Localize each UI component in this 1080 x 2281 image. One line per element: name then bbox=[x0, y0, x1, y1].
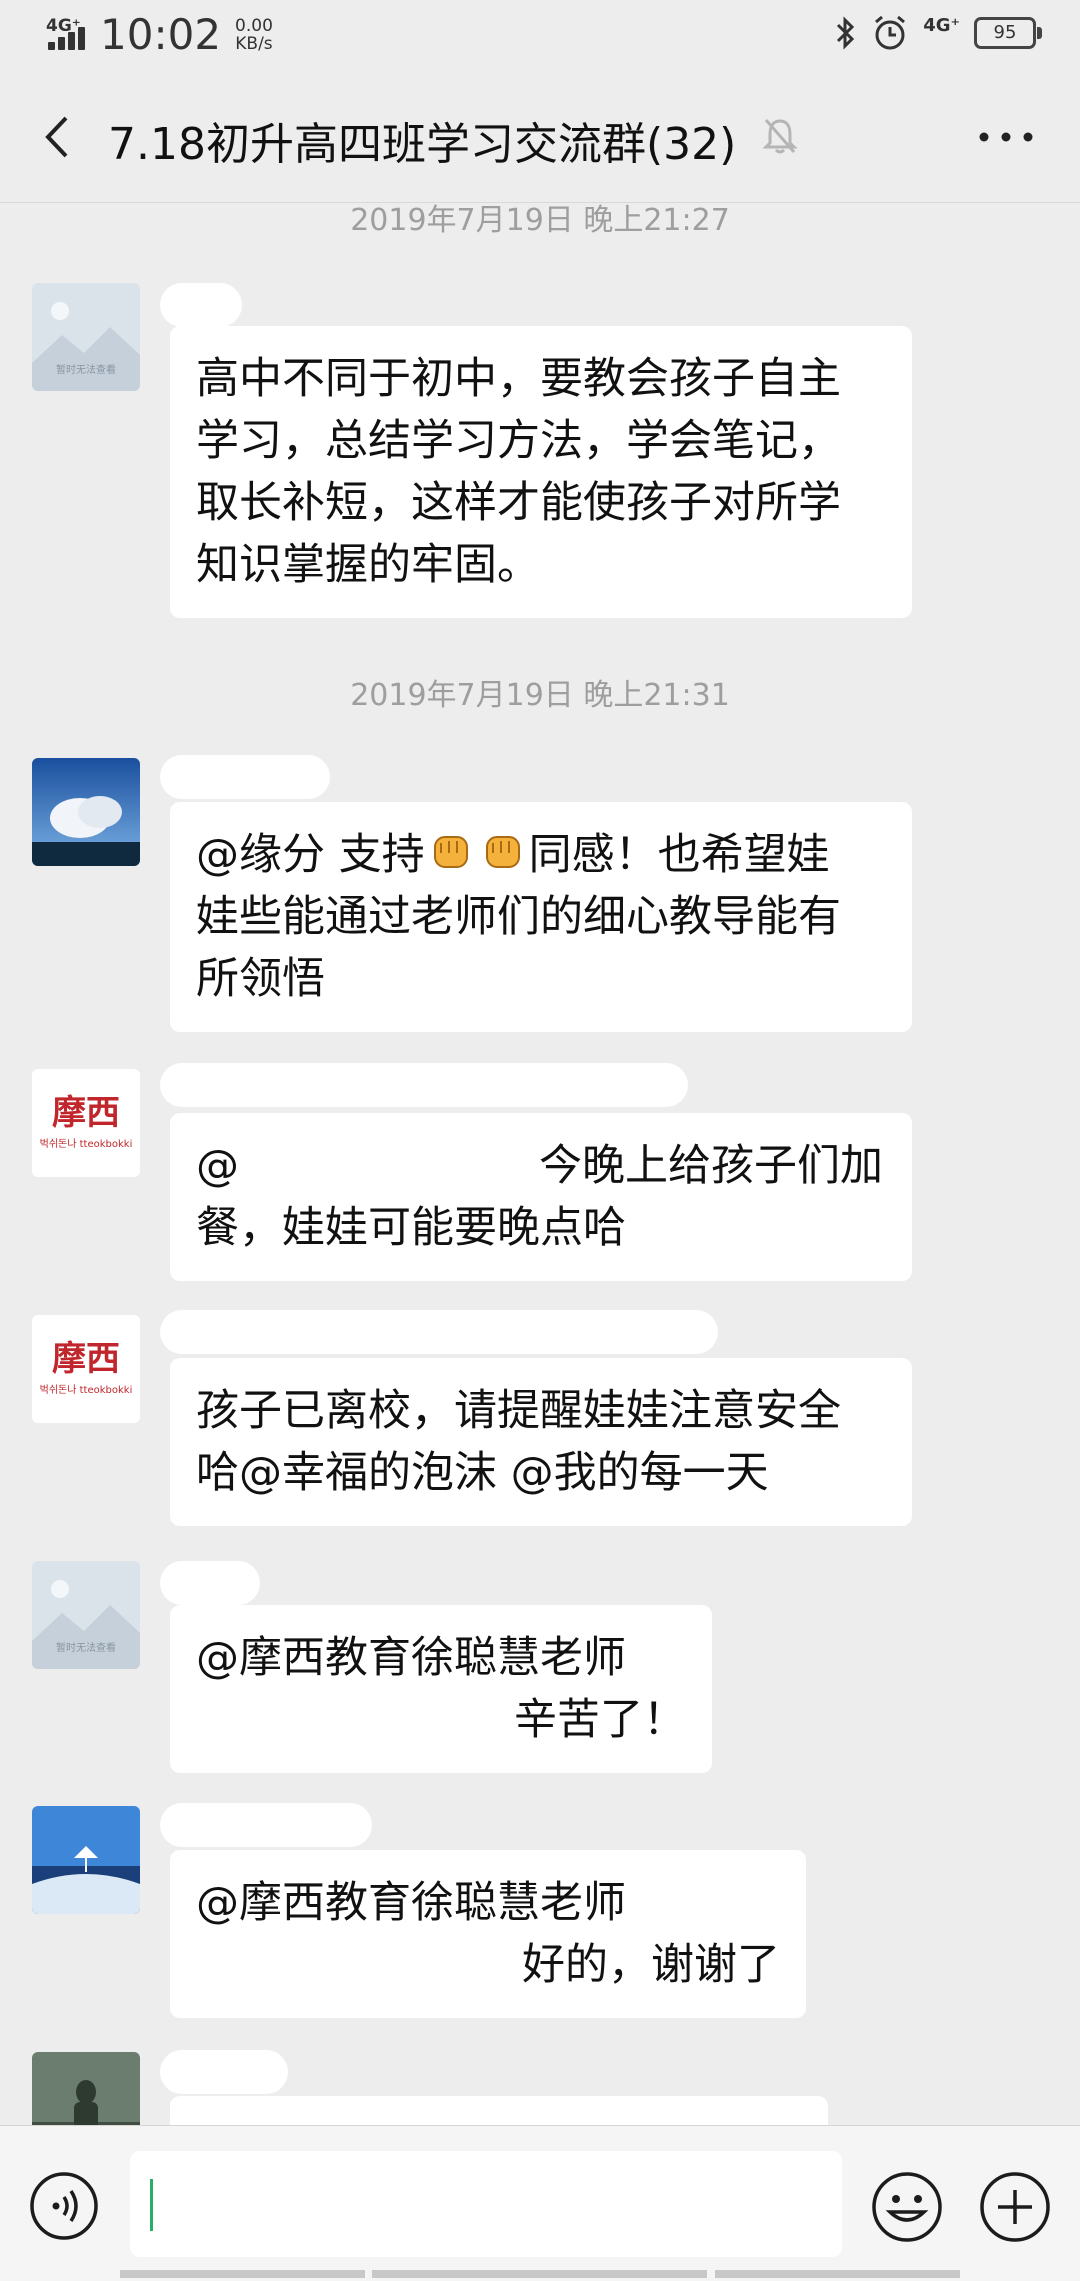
bottom-strip bbox=[0, 2268, 1080, 2280]
avatar-placeholder[interactable]: 暂时无法查看 bbox=[32, 1561, 140, 1669]
sender-name-redacted bbox=[160, 1803, 372, 1847]
sender-name-redacted bbox=[160, 1063, 688, 1107]
message-bubble[interactable]: @摩西教育徐聪慧老师 辛苦了！ bbox=[170, 1605, 712, 1773]
message-timestamp: 2019年7月19日 晚上21:27 bbox=[350, 203, 730, 238]
speed-unit: KB/s bbox=[235, 33, 273, 54]
avatar-logo[interactable]: 摩西 벅쉬돈나 tteokbokki bbox=[32, 1069, 140, 1177]
sender-name-redacted bbox=[160, 283, 242, 327]
status-bar: 4G⁺ 10:02 0.00 KB/s 4G⁺ 95 bbox=[0, 0, 1080, 72]
logo-text: 摩西 bbox=[52, 1339, 120, 1379]
message-bubble[interactable]: @摩西教育徐聪慧老师 好的，谢谢了 bbox=[170, 1850, 806, 2018]
avatar-statue[interactable] bbox=[32, 2052, 140, 2125]
message-text: 娃些能通过老师们的细心教导能有 bbox=[196, 892, 841, 942]
message-bubble[interactable]: @ 今晚上给孩子们加 餐，娃娃可能要晚点哈 bbox=[170, 1113, 912, 1281]
avatar-sky[interactable] bbox=[32, 758, 140, 866]
voice-input-icon[interactable] bbox=[28, 2170, 100, 2242]
message-bubble[interactable]: 孩子已离校，请提醒娃娃注意安全 哈@幸福的泡沫 @我的每一天 bbox=[170, 1358, 912, 1526]
alarm-icon bbox=[875, 15, 906, 50]
message-text: 高中不同于初中，要教会孩子自主 bbox=[196, 354, 841, 404]
text-cursor bbox=[150, 2179, 153, 2231]
strip-segment bbox=[372, 2270, 707, 2278]
signal-icon: 4G⁺ bbox=[46, 14, 90, 56]
message-text: 所领悟 bbox=[196, 954, 325, 1004]
message-text: 孩子已离校，请提醒娃娃注意安全 bbox=[196, 1386, 841, 1436]
message-input-bar bbox=[0, 2125, 1080, 2281]
network-type: 4G⁺ bbox=[46, 15, 81, 36]
message-text: 好的，谢谢了 bbox=[522, 1940, 780, 1990]
sender-name-redacted bbox=[160, 1310, 718, 1354]
speed-value: 0.00 bbox=[235, 15, 273, 36]
avatar-placeholder-text: 暂时无法查看 bbox=[56, 1643, 116, 1654]
message-text: @缘分 支持 bbox=[196, 830, 425, 880]
battery-icon: 95 bbox=[974, 17, 1042, 49]
message-text: 学习，总结学习方法，学会笔记， bbox=[196, 416, 841, 466]
avatar-photo bbox=[32, 2052, 140, 2125]
battery-level: 95 bbox=[993, 22, 1017, 43]
clock: 10:02 bbox=[100, 10, 222, 59]
avatar-placeholder[interactable]: 暂时无法查看 bbox=[32, 283, 140, 391]
emoji-icon[interactable] bbox=[870, 2170, 944, 2244]
message-text-input[interactable] bbox=[130, 2151, 842, 2257]
message-text: 同感！也希望娃 bbox=[528, 830, 830, 880]
strip-segment bbox=[715, 2270, 960, 2278]
message-bubble[interactable]: 高中不同于初中，要教会孩子自主 学习，总结学习方法，学会笔记， 取长补短，这样才… bbox=[170, 326, 912, 618]
more-options-icon[interactable] bbox=[976, 122, 1036, 152]
back-icon[interactable] bbox=[34, 112, 84, 162]
message-text: @摩西教育徐聪慧老师 bbox=[196, 1878, 626, 1928]
message-bubble[interactable] bbox=[170, 2096, 828, 2125]
message-text: 餐，娃娃可能要晚点哈 bbox=[196, 1203, 626, 1253]
message-text: 今晚上给孩子们加 bbox=[539, 1141, 883, 1191]
bluetooth-icon bbox=[837, 16, 855, 50]
redacted-mention bbox=[239, 1148, 539, 1189]
message-text: 知识掌握的牢固。 bbox=[196, 540, 540, 590]
logo-text: 摩西 bbox=[52, 1093, 120, 1133]
chat-header: 7.18初升高四班学习交流群(32) bbox=[0, 72, 1080, 203]
message-text: 辛苦了！ bbox=[514, 1695, 686, 1745]
logo-subtext: 벅쉬돈나 tteokbokki bbox=[39, 1139, 133, 1150]
message-text: 哈@幸福的泡沫 @我的每一天 bbox=[196, 1448, 769, 1498]
chat-title: 7.18初升高四班学习交流群(32) bbox=[108, 119, 737, 170]
message-timestamp: 2019年7月19日 晚上21:31 bbox=[350, 678, 730, 713]
network-speed: 0.00 KB/s bbox=[235, 17, 273, 53]
sender-name-redacted bbox=[160, 1561, 260, 1605]
message-bubble[interactable]: @缘分 支持 同感！也希望娃 娃些能通过老师们的细心教导能有 所领悟 bbox=[170, 802, 912, 1032]
message-text: 取长补短，这样才能使孩子对所学 bbox=[196, 478, 841, 528]
avatar-beach[interactable] bbox=[32, 1806, 140, 1914]
avatar-placeholder-text: 暂时无法查看 bbox=[56, 365, 116, 376]
fist-emoji-icon bbox=[433, 836, 468, 868]
fist-emoji-icon bbox=[485, 836, 520, 868]
message-text: @摩西教育徐聪慧老师 bbox=[196, 1633, 626, 1683]
message-list[interactable]: 2019年7月19日 晚上21:27 暂时无法查看 高中不同于初中，要教会孩子自… bbox=[0, 203, 1080, 2125]
add-attachment-icon[interactable] bbox=[978, 2170, 1052, 2244]
avatar-photo bbox=[32, 1806, 140, 1914]
network-type-right: 4G⁺ bbox=[923, 14, 960, 36]
sender-name-redacted bbox=[160, 2050, 288, 2094]
avatar-logo[interactable]: 摩西 벅쉬돈나 tteokbokki bbox=[32, 1315, 140, 1423]
mute-bell-icon bbox=[762, 119, 798, 154]
strip-segment bbox=[120, 2270, 365, 2278]
sender-name-redacted bbox=[160, 755, 330, 799]
message-text: @ bbox=[196, 1141, 239, 1191]
avatar-photo bbox=[32, 758, 140, 866]
logo-subtext: 벅쉬돈나 tteokbokki bbox=[39, 1385, 133, 1396]
